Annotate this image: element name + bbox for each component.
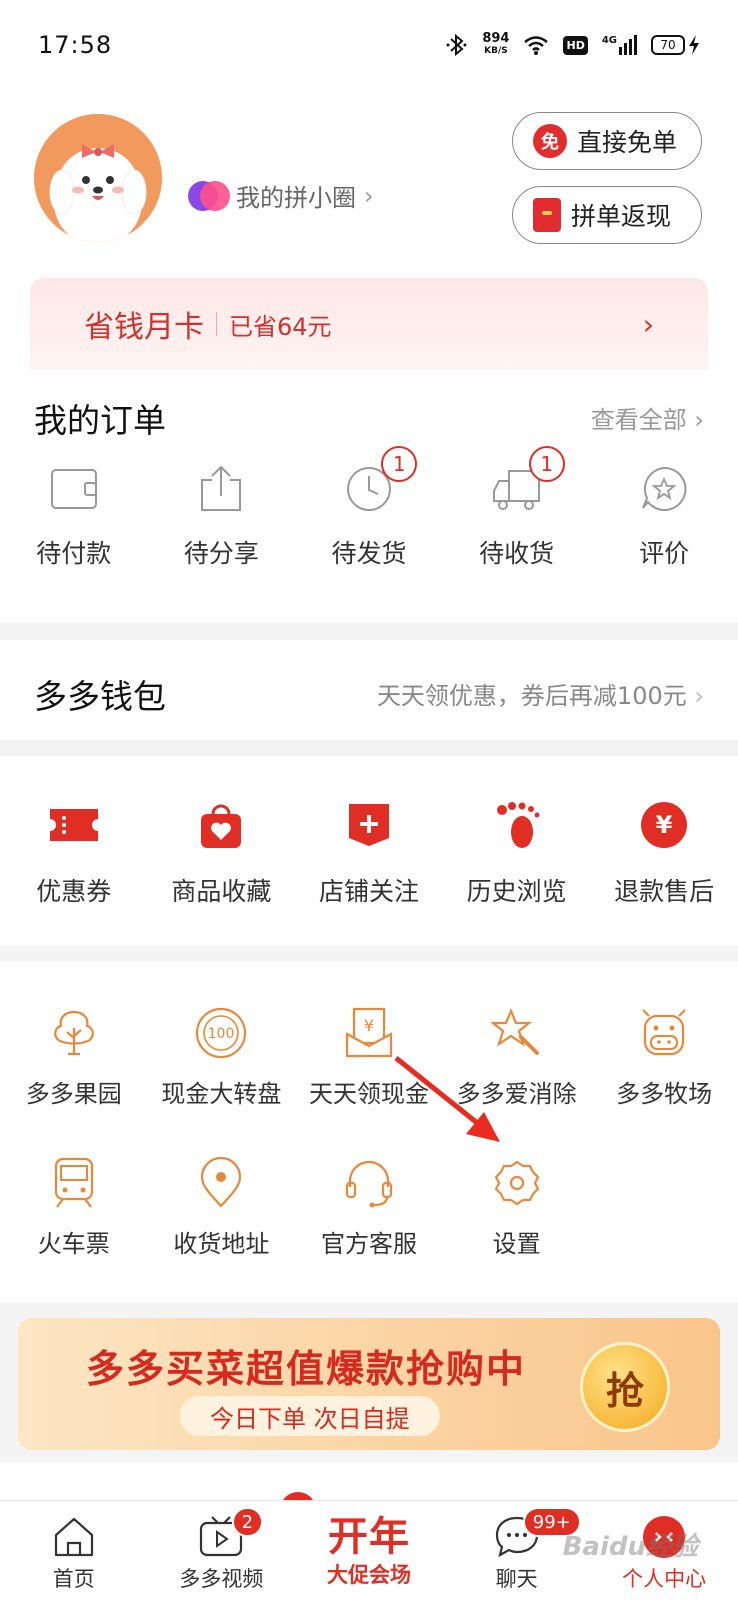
- favorites-item[interactable]: 商品收藏: [148, 798, 296, 908]
- promo-big-text: 开年: [327, 1514, 410, 1560]
- coupons-item[interactable]: 优惠券: [0, 798, 148, 908]
- status-icons: 894 KB/S HD 4G 70: [446, 31, 700, 57]
- store-plus-icon: [342, 798, 396, 852]
- banner-subtitle: 今日下单 次日自提: [180, 1396, 440, 1436]
- divider: [216, 312, 217, 336]
- cash-envelope-icon: ¥: [342, 1006, 396, 1060]
- chevron-right-icon: ›: [694, 682, 704, 710]
- tab-home[interactable]: 首页: [0, 1501, 148, 1600]
- savings-amount: 已省64元: [229, 312, 332, 341]
- services-section: 优惠券 商品收藏 店铺关注 历史浏览 ¥ 退款售后: [0, 756, 738, 946]
- chevron-right-icon: ›: [642, 307, 654, 341]
- tools-row-1: 多多果园 100 现金大转盘 ¥ 天天领现金 多多爱消除 多多牧场: [0, 1006, 738, 1109]
- cashback-label: 拼单返现: [571, 202, 672, 231]
- banner-title: 多多买菜超值爆款抢购中: [86, 1347, 527, 1391]
- grab-button[interactable]: 抢: [580, 1342, 670, 1432]
- svg-text:100: 100: [208, 1026, 235, 1042]
- status-bar: 17:58 894 KB/S HD 4G 70: [0, 0, 738, 90]
- tab-promo-venue[interactable]: 开年 大促会场: [295, 1501, 443, 1600]
- bluetooth-icon: [446, 33, 467, 57]
- grocery-promo-banner[interactable]: 多多买菜超值爆款抢购中 今日下单 次日自提 抢: [18, 1318, 720, 1450]
- shipping-address-item[interactable]: 收货地址: [148, 1156, 296, 1259]
- savings-month-card[interactable]: 省钱月卡 已省64元 ›: [30, 278, 708, 370]
- wallet-promo: 天天领优惠，券后再减100元 ›: [376, 682, 704, 710]
- orders-title: 我的订单: [34, 401, 166, 440]
- wheel-100-icon: 100: [194, 1006, 248, 1060]
- hd-badge: HD: [563, 35, 588, 55]
- order-pending-receipt[interactable]: 1 待收货: [443, 446, 591, 570]
- customer-service-item[interactable]: 官方客服: [295, 1156, 443, 1259]
- train-tickets-item[interactable]: 火车票: [0, 1156, 148, 1259]
- empty-cell: [590, 1156, 738, 1259]
- history-item[interactable]: 历史浏览: [443, 798, 591, 908]
- free-order-button[interactable]: 免 直接免单: [512, 112, 702, 170]
- followed-stores-item[interactable]: 店铺关注: [295, 798, 443, 908]
- refund-item[interactable]: ¥ 退款售后: [590, 798, 738, 908]
- savings-card-title: 省钱月卡: [84, 310, 204, 345]
- order-pending-payment[interactable]: 待付款: [0, 462, 148, 570]
- order-pending-shipment[interactable]: 1 待发货: [295, 446, 443, 570]
- chevron-right-icon: ›: [694, 406, 704, 434]
- share-icon: [194, 462, 248, 516]
- wallet-icon: [47, 462, 101, 516]
- duoduo-ranch-item[interactable]: 多多牧场: [590, 1006, 738, 1109]
- video-badge: 2: [231, 1507, 264, 1537]
- bag-heart-icon: [194, 798, 248, 852]
- my-orders-section: 我的订单 查看全部 › 待付款 待分享 1 待发货 1 待收货 评价: [0, 370, 738, 622]
- train-icon: [47, 1156, 101, 1210]
- yen-circle-icon: ¥: [637, 798, 691, 852]
- settings-item[interactable]: 设置: [443, 1156, 591, 1259]
- tools-row-2: 火车票 收货地址 官方客服 设置: [0, 1156, 738, 1259]
- svg-text:¥: ¥: [656, 811, 673, 839]
- duoduo-orchard-item[interactable]: 多多果园: [0, 1006, 148, 1109]
- order-pending-share[interactable]: 待分享: [148, 462, 296, 570]
- pin-circle-label: 我的拼小圈: [236, 184, 356, 212]
- tab-video[interactable]: 2 多多视频: [148, 1501, 296, 1600]
- battery-icon: 70: [651, 35, 700, 55]
- pending-shipment-badge: 1: [381, 446, 418, 482]
- pin-circle-logo-icon: [188, 180, 230, 211]
- footprint-icon: [490, 798, 544, 852]
- coupon-icon: [47, 798, 101, 852]
- pending-receipt-badge: 1: [528, 446, 565, 482]
- wallet-section[interactable]: 多多钱包 天天领优惠，券后再减100元 ›: [0, 640, 738, 740]
- star-bubble-icon: [637, 462, 691, 516]
- svg-text:¥: ¥: [364, 1016, 374, 1035]
- view-all-orders-link[interactable]: 查看全部 ›: [591, 400, 704, 435]
- cash-wheel-item[interactable]: 100 现金大转盘: [148, 1006, 296, 1109]
- home-icon: [54, 1517, 93, 1557]
- free-order-label: 直接免单: [577, 128, 678, 157]
- puppy-avatar-icon: [34, 114, 162, 242]
- order-status-row: 待付款 待分享 1 待发货 1 待收货 评价: [0, 446, 738, 570]
- settings-icon: [490, 1156, 544, 1210]
- tools-section: 多多果园 100 现金大转盘 ¥ 天天领现金 多多爱消除 多多牧场 火车票 收货…: [0, 962, 738, 1302]
- net-speed: 894 KB/S: [482, 31, 510, 56]
- cashback-button[interactable]: 拼单返现: [512, 186, 702, 244]
- featured-section-header: [0, 1462, 738, 1528]
- wifi-icon: [524, 36, 549, 55]
- free-badge-icon: 免: [533, 124, 567, 158]
- profile-header: 我的拼小圈 › 免 直接免单 拼单返现 省钱月卡 已省64元 ›: [0, 90, 738, 370]
- status-time: 17:58: [38, 31, 113, 59]
- red-envelope-icon: [533, 198, 561, 232]
- duoduo-match-item[interactable]: 多多爱消除: [443, 1006, 591, 1109]
- location-icon: [194, 1156, 248, 1210]
- watermark: Baidu经验: [562, 1532, 698, 1562]
- pin-circle-link[interactable]: 我的拼小圈 ›: [188, 178, 374, 213]
- wallet-title: 多多钱包: [34, 677, 166, 716]
- order-review[interactable]: 评价: [590, 462, 738, 570]
- tree-icon: [47, 1006, 101, 1060]
- daily-cash-item[interactable]: ¥ 天天领现金: [295, 1006, 443, 1109]
- headset-icon: [342, 1156, 396, 1210]
- chevron-right-icon: ›: [364, 181, 374, 210]
- cow-icon: [637, 1006, 691, 1060]
- services-row: 优惠券 商品收藏 店铺关注 历史浏览 ¥ 退款售后: [0, 798, 738, 908]
- signal-icon: 4G: [602, 35, 637, 55]
- star-wand-icon: [490, 1006, 544, 1060]
- avatar[interactable]: [34, 114, 162, 242]
